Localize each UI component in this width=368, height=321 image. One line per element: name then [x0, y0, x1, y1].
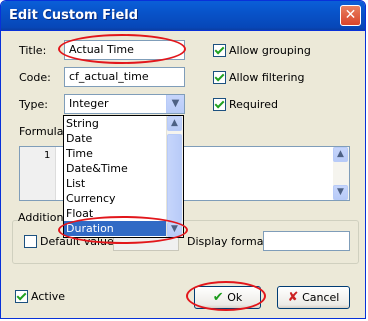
scroll-up-icon[interactable]: ▲ [167, 116, 182, 131]
cancel-label: Cancel [302, 291, 340, 304]
ok-label: Ok [227, 291, 243, 304]
close-icon[interactable]: ✕ [340, 5, 361, 26]
chevron-down-icon[interactable]: ▼ [166, 95, 184, 113]
dropdown-scrollbar[interactable]: ▲ ▼ [166, 116, 183, 237]
editor-gutter: 1 [20, 147, 56, 200]
close-x-icon: ✘ [287, 290, 299, 305]
allow-grouping-checkbox[interactable] [213, 44, 226, 57]
required-checkbox[interactable] [213, 98, 226, 111]
cancel-button[interactable]: ✘ Cancel [277, 286, 350, 309]
active-label: Active [31, 290, 66, 303]
title-input[interactable]: Actual Time [64, 40, 185, 60]
scroll-up-icon[interactable]: ▲ [333, 147, 348, 162]
scroll-down-icon[interactable]: ▼ [167, 222, 182, 237]
check-icon: ✔ [212, 290, 224, 305]
dialog-title: Edit Custom Field [9, 8, 139, 23]
required-label: Required [229, 98, 278, 111]
allow-filtering-checkbox[interactable] [213, 71, 226, 84]
code-input[interactable]: cf_actual_time [64, 67, 185, 87]
title-bar: Edit Custom Field ✕ [1, 1, 365, 31]
scroll-down-icon[interactable]: ▼ [333, 185, 348, 200]
allow-filtering-label: Allow filtering [229, 71, 305, 84]
ok-button[interactable]: ✔ Ok [194, 286, 261, 309]
type-label: Type: [19, 98, 48, 111]
type-dropdown-list[interactable]: String Date Time Date&Time List Currency Float… [63, 115, 184, 238]
active-checkbox[interactable] [15, 290, 28, 303]
scroll-thumb[interactable] [167, 134, 182, 222]
default-value-checkbox[interactable] [24, 235, 37, 248]
editor-scrollbar[interactable]: ▲ ▼ [333, 147, 349, 200]
title-label: Title: [19, 44, 47, 57]
type-combobox[interactable]: Integer ▼ [64, 94, 185, 114]
code-label: Code: [19, 71, 51, 84]
allow-grouping-label: Allow grouping [229, 44, 311, 57]
type-value: Integer [69, 97, 109, 110]
line-number: 1 [44, 150, 51, 161]
formula-label: Formula: [19, 125, 68, 138]
display-format-label: Display format: [187, 235, 272, 248]
display-format-input[interactable] [263, 231, 350, 251]
